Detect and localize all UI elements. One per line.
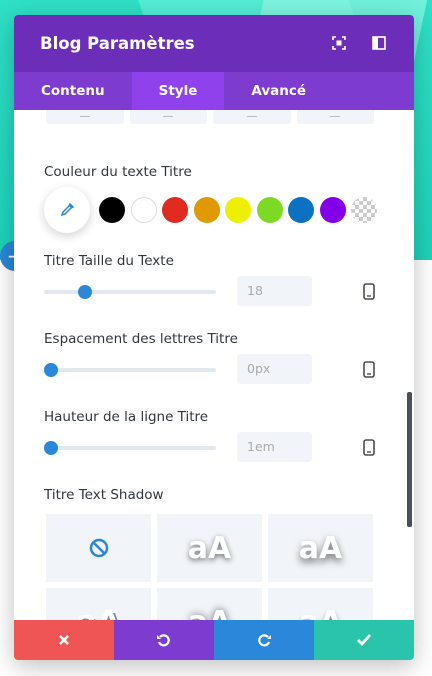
letter-spacing-slider-thumb[interactable]	[44, 363, 58, 377]
shadow-preset-5[interactable]: aA	[268, 588, 373, 620]
checkmark-icon	[357, 634, 372, 647]
text-shadow-presets: aA aA aA aA aA	[46, 514, 374, 620]
font-size-control: 18	[44, 276, 384, 308]
mobile-icon[interactable]	[363, 283, 375, 300]
color-swatch-red[interactable]	[162, 197, 188, 223]
undo-icon	[157, 634, 170, 647]
split-view-icon[interactable]	[372, 35, 388, 52]
color-swatch-white[interactable]	[130, 197, 157, 223]
close-icon	[59, 635, 69, 645]
option-tile[interactable]	[296, 110, 374, 124]
line-height-slider-track[interactable]	[44, 446, 216, 450]
color-swatch-transparent[interactable]	[351, 197, 377, 223]
color-swatch-yellow[interactable]	[225, 197, 251, 223]
tab-contenu[interactable]: Contenu	[14, 72, 132, 110]
mobile-icon[interactable]	[363, 361, 375, 378]
letter-spacing-input[interactable]: 0px	[237, 354, 312, 384]
eyedropper-icon	[60, 202, 75, 217]
previous-options-row	[46, 110, 374, 124]
letter-spacing-control: 0px	[44, 354, 384, 386]
letter-spacing-slider-track[interactable]	[44, 368, 216, 372]
line-height-label: Hauteur de la ligne Titre	[44, 409, 209, 425]
color-swatches	[44, 187, 383, 233]
line-height-input[interactable]: 1em	[237, 432, 312, 462]
tab-bar: Contenu Style Avancé	[14, 72, 414, 110]
cancel-button[interactable]	[14, 620, 114, 660]
font-size-slider-thumb[interactable]	[78, 285, 93, 299]
letter-spacing-label: Espacement des lettres Titre	[44, 331, 238, 347]
line-height-control: 1em	[44, 432, 384, 464]
modal-footer	[14, 620, 414, 660]
tab-style[interactable]: Style	[131, 72, 225, 110]
shadow-preset-1[interactable]: aA	[157, 514, 262, 582]
settings-content: Couleur du texte Titre Titre Taille du T…	[14, 110, 414, 620]
color-swatch-orange[interactable]	[193, 197, 220, 223]
scrollbar[interactable]	[407, 392, 412, 527]
modal-header: Blog Paramètres	[14, 15, 414, 72]
fullscreen-icon[interactable]	[332, 35, 348, 52]
option-tile[interactable]	[129, 110, 207, 124]
color-picker-button[interactable]	[44, 187, 90, 233]
tab-avance[interactable]: Avancé	[224, 72, 333, 110]
redo-icon	[258, 634, 271, 647]
option-tile[interactable]	[46, 110, 124, 124]
no-shadow-icon	[89, 538, 108, 558]
color-swatch-black[interactable]	[99, 197, 125, 223]
line-height-slider-thumb[interactable]	[44, 441, 58, 455]
color-swatch-purple[interactable]	[319, 197, 346, 223]
undo-button[interactable]	[114, 620, 214, 660]
settings-modal: Blog Paramètres Contenu Style Avancé Cou…	[14, 15, 414, 660]
font-size-input[interactable]: 18	[237, 276, 312, 306]
text-color-label: Couleur du texte Titre	[44, 164, 192, 180]
shadow-preset-2[interactable]: aA	[268, 514, 373, 582]
text-shadow-label: Titre Text Shadow	[44, 487, 164, 503]
shadow-preset-4[interactable]: aA	[157, 588, 262, 620]
redo-button[interactable]	[214, 620, 314, 660]
font-size-slider-track[interactable]	[44, 290, 216, 294]
option-tile[interactable]	[213, 110, 291, 124]
shadow-preset-3[interactable]: aA	[46, 588, 151, 620]
color-swatch-green[interactable]	[256, 197, 283, 223]
modal-title: Blog Paramètres	[40, 34, 195, 53]
shadow-preset-none[interactable]	[46, 514, 151, 582]
save-button[interactable]	[314, 620, 414, 660]
mobile-icon[interactable]	[363, 439, 375, 456]
color-swatch-blue[interactable]	[288, 197, 314, 223]
font-size-label: Titre Taille du Texte	[44, 253, 174, 269]
